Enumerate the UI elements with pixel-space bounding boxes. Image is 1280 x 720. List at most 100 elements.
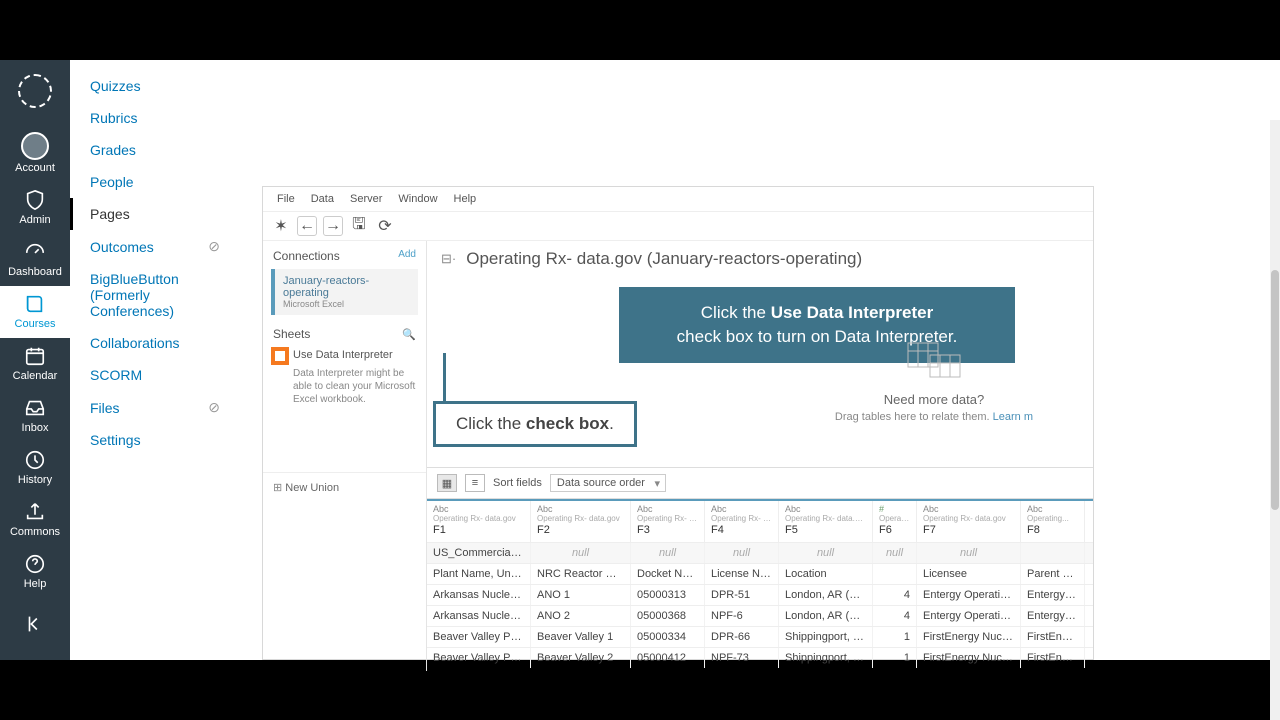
cn-label: Pages <box>90 206 130 222</box>
connection-type: Microsoft Excel <box>283 299 410 309</box>
nav-history[interactable]: History <box>0 442 70 494</box>
clock-icon <box>23 448 47 472</box>
cn-files[interactable]: Files⊘ <box>70 391 240 424</box>
refresh-button[interactable]: ⟳ <box>375 216 395 236</box>
table-cell: Docket Number <box>631 564 705 584</box>
cn-label: Rubrics <box>90 110 137 126</box>
table-cell: Beaver Valley 2 <box>531 648 631 668</box>
table-cell: Location <box>779 564 873 584</box>
table-cell: 05000313 <box>631 585 705 605</box>
data-interpreter-checkbox[interactable] <box>273 349 287 363</box>
table-cell: Entergy Operations, I… <box>917 585 1021 605</box>
table-row: US_Commercial Nucle…nullnullnullnullnull… <box>427 542 1093 563</box>
column-header[interactable]: AbcOperating Rx- data.govF2 <box>531 501 631 542</box>
table-cell: Licensee <box>917 564 1021 584</box>
cn-pages[interactable]: Pages <box>70 198 240 230</box>
column-header[interactable]: AbcOperating Rx- data.govF1 <box>427 501 531 542</box>
drag-hint-text: Drag tables here to relate them. <box>835 411 993 423</box>
table-cell: 05000334 <box>631 627 705 647</box>
calendar-icon <box>23 344 47 368</box>
menu-window[interactable]: Window <box>392 191 443 207</box>
menu-server[interactable]: Server <box>344 191 388 207</box>
column-header[interactable]: AbcOperating Rx- data.govF5 <box>779 501 873 542</box>
connection-item[interactable]: January-reactors-operating Microsoft Exc… <box>271 269 418 315</box>
add-connection-button[interactable]: Add <box>398 249 416 263</box>
menu-file[interactable]: File <box>271 191 301 207</box>
sort-fields-label: Sort fields <box>493 477 542 489</box>
nav-commons[interactable]: Commons <box>0 494 70 546</box>
nav-dashboard[interactable]: Dashboard <box>0 234 70 286</box>
table-cell: Beaver Valley Power … <box>427 648 531 668</box>
column-header[interactable]: #Operating...F6 <box>873 501 917 542</box>
table-cell: Entergy Operations, I… <box>917 606 1021 626</box>
column-header[interactable]: AbcOperating Rx- data.govF7 <box>917 501 1021 542</box>
menu-help[interactable]: Help <box>448 191 483 207</box>
cn-outcomes[interactable]: Outcomes⊘ <box>70 230 240 263</box>
cn-people[interactable]: People <box>70 166 240 198</box>
table-cell: null <box>873 543 917 563</box>
canvas-area: ⊟· Operating Rx- data.gov (January-react… <box>427 241 1093 671</box>
cn-scorm[interactable]: SCORM <box>70 359 240 391</box>
cn-settings[interactable]: Settings <box>70 424 240 456</box>
hidden-icon: ⊘ <box>208 399 220 416</box>
nav-help[interactable]: Help <box>0 546 70 598</box>
cn-label: SCORM <box>90 367 142 383</box>
table-cell: NPF-73 <box>705 648 779 668</box>
cn-rubrics[interactable]: Rubrics <box>70 102 240 134</box>
table-cell: FirstEnergy Nuclear O… <box>917 648 1021 668</box>
data-pane: Connections Add January-reactors-operati… <box>263 241 427 671</box>
metadata-view-button[interactable]: ≡ <box>465 474 485 492</box>
cn-bbb[interactable]: BigBlueButton (Formerly Conferences) <box>70 263 240 327</box>
nav-calendar[interactable]: Calendar <box>0 338 70 390</box>
table-cell: Entergy … <box>1021 606 1085 626</box>
grid-view-button[interactable]: ▦ <box>437 474 457 492</box>
lms-logo-icon <box>18 74 52 108</box>
cn-label: Collaborations <box>90 335 180 351</box>
table-cell: 4 <box>873 606 917 626</box>
table-row: Arkansas Nuclear One…ANO 105000313DPR-51… <box>427 584 1093 605</box>
cn-collab[interactable]: Collaborations <box>70 327 240 359</box>
search-sheets-icon[interactable]: 🔍 <box>402 328 416 341</box>
need-more-data-hint: Need more data? Drag tables here to rela… <box>835 339 1033 423</box>
forward-button[interactable]: → <box>323 216 343 236</box>
menu-data[interactable]: Data <box>305 191 340 207</box>
nav-inbox[interactable]: Inbox <box>0 390 70 442</box>
table-cell: London, AR (6 MI WN… <box>779 585 873 605</box>
table-cell: NPF-6 <box>705 606 779 626</box>
grid-toolbar: ▦ ≡ Sort fields Data source order <box>427 467 1093 499</box>
column-header[interactable]: AbcOperating...F8 <box>1021 501 1085 542</box>
table-cell <box>1021 543 1085 563</box>
table-cell: ANO 1 <box>531 585 631 605</box>
sort-fields-select[interactable]: Data source order <box>550 474 666 492</box>
scroll-thumb[interactable] <box>1271 270 1279 510</box>
column-header[interactable]: AbcOperating Rx- data...F3 <box>631 501 705 542</box>
nav-commons-label: Commons <box>10 526 60 538</box>
new-union-button[interactable]: New Union <box>263 472 426 502</box>
page-scrollbar[interactable] <box>1270 120 1280 720</box>
table-row: Plant Name, Unit Nu…NRC Reactor Unit We…… <box>427 563 1093 584</box>
cn-label: Settings <box>90 432 141 448</box>
connections-heading: Connections <box>273 249 340 263</box>
inbox-icon <box>23 396 47 420</box>
nav-admin[interactable]: Admin <box>0 182 70 234</box>
cn-quizzes[interactable]: Quizzes <box>70 70 240 102</box>
learn-more-link[interactable]: Learn m <box>993 411 1033 423</box>
collapse-icon <box>23 612 47 636</box>
datasource-icon: ⊟· <box>441 251 456 267</box>
table-cell: Parent C… <box>1021 564 1085 584</box>
cn-grades[interactable]: Grades <box>70 134 240 166</box>
nav-courses-label: Courses <box>15 318 56 330</box>
table-cell: Shippingport, PA (17 … <box>779 627 873 647</box>
back-button[interactable]: ← <box>297 216 317 236</box>
table-cell: FirstEnergy Nuclear O… <box>917 627 1021 647</box>
column-header[interactable]: AbcOperating Rx- data...F4 <box>705 501 779 542</box>
save-button[interactable]: 🖫 <box>349 216 369 236</box>
table-cell: DPR-66 <box>705 627 779 647</box>
nav-account[interactable]: Account <box>0 126 70 182</box>
collapse-nav-button[interactable] <box>0 606 70 646</box>
shield-icon <box>23 188 47 212</box>
data-interpreter-help: Data Interpreter might be able to clean … <box>263 365 426 412</box>
table-cell: London, AR (6 MI WN… <box>779 606 873 626</box>
nav-courses[interactable]: Courses <box>0 286 70 338</box>
table-cell: 05000368 <box>631 606 705 626</box>
